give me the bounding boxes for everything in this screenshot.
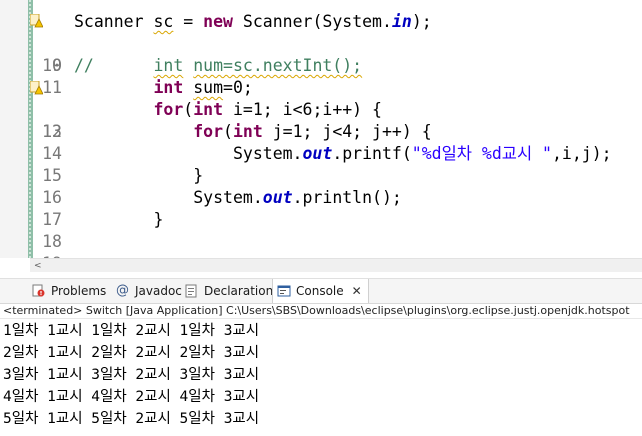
- code-token: new: [203, 12, 233, 31]
- scroll-left-icon[interactable]: <: [34, 261, 42, 271]
- horizontal-scrollbar[interactable]: <: [30, 258, 642, 273]
- code-token: .printf(: [332, 144, 412, 163]
- console-line: 4일차 1교시 4일차 2교시 4일차 3교시: [3, 389, 260, 405]
- code-token: (: [183, 100, 194, 119]
- code-token: for: [193, 122, 224, 141]
- problems-icon: [32, 284, 45, 297]
- code-token: Scanner: [74, 12, 144, 31]
- code-token: =: [173, 12, 204, 31]
- code-token: );: [411, 12, 432, 31]
- warning-icon[interactable]: [30, 14, 43, 28]
- tab-declaration[interactable]: Declaration: [185, 279, 273, 303]
- code-token: int: [232, 122, 263, 141]
- code-token: sum: [193, 78, 224, 97]
- code-line[interactable]: 17 System.out.println();: [0, 187, 642, 229]
- code-token: System.: [193, 188, 263, 207]
- code-token: ,i,j);: [552, 144, 612, 163]
- code-token: =0;: [223, 78, 253, 97]
- tab-console[interactable]: Console ✕: [272, 279, 369, 303]
- code-token: int: [153, 56, 184, 75]
- code-token: out: [302, 144, 333, 163]
- code-token: int: [153, 78, 184, 97]
- code-line[interactable]: 15 System.out.printf("%d일차 %d교시 ",i,j);: [0, 143, 642, 185]
- console-line: 3일차 1교시 3일차 2교시 3일차 3교시: [3, 367, 260, 383]
- code-token: j=1; j<4; j++) {: [262, 122, 432, 141]
- warning-icon[interactable]: [30, 81, 43, 95]
- code-line[interactable]: 16 }: [0, 165, 642, 207]
- tab-label: Declaration: [204, 284, 274, 298]
- code-token: Scanner(System.: [232, 12, 392, 31]
- code-token: for: [153, 100, 184, 119]
- tab-label: Console: [296, 284, 344, 298]
- code-token: "%d일차 %d교시 ": [411, 144, 552, 163]
- close-icon[interactable]: ✕: [352, 279, 362, 303]
- console-icon: [277, 285, 291, 297]
- code-line[interactable]: 18 }: [0, 209, 642, 251]
- code-token: out: [262, 188, 293, 207]
- code-line[interactable]: 13 for(int i=1; i<6;i++) {: [0, 99, 642, 141]
- console-status: <terminated> Switch [Java Application] C…: [0, 302, 642, 319]
- tab-label: Javadoc: [135, 284, 182, 298]
- declaration-icon: [185, 284, 197, 298]
- tab-label: Problems: [51, 284, 107, 298]
- console-line: 2일차 1교시 2일차 2교시 2일차 3교시: [3, 345, 260, 361]
- code-token: .println();: [292, 188, 402, 207]
- code-token: i=1; i<6;i++) {: [223, 100, 382, 119]
- code-token: }: [193, 166, 204, 185]
- console-line: 1일차 1교시 1일차 2교시 1일차 3교시: [3, 323, 260, 339]
- code-token: //: [74, 56, 94, 75]
- code-line[interactable]: 10: [0, 33, 642, 75]
- bottom-panel-tabs: Problems @ Javadoc Declaration Console ✕: [0, 278, 642, 304]
- code-token: sc: [153, 12, 174, 31]
- code-token: }: [153, 210, 164, 229]
- code-token: num=sc.nextInt();: [193, 56, 363, 75]
- code-editor[interactable]: 9 Scanner sc = new Scanner(System.in); 1…: [0, 0, 642, 258]
- code-line[interactable]: 12 int sum=0;: [0, 77, 642, 141]
- code-line[interactable]: 11 // int num=sc.nextInt();: [0, 55, 642, 97]
- tab-problems[interactable]: Problems: [32, 279, 106, 303]
- console-output[interactable]: 1일차 1교시 1일차 2교시 1일차 3교시 2일차 1교시 2일차 2교시 …: [0, 320, 642, 436]
- code-token: System.: [232, 144, 303, 163]
- tab-javadoc[interactable]: @ Javadoc: [116, 279, 182, 303]
- code-token: in: [391, 12, 412, 31]
- code-token: int: [193, 100, 224, 119]
- code-line[interactable]: 14 for(int j=1; j<4; j++) {: [0, 121, 642, 163]
- code-line[interactable]: 19: [0, 231, 642, 258]
- code-token: (: [223, 122, 233, 141]
- console-line: 5일차 1교시 5일차 2교시 5일차 3교시: [3, 411, 260, 427]
- at-icon: @: [116, 283, 129, 298]
- code-line[interactable]: 9 Scanner sc = new Scanner(System.in);: [0, 11, 642, 75]
